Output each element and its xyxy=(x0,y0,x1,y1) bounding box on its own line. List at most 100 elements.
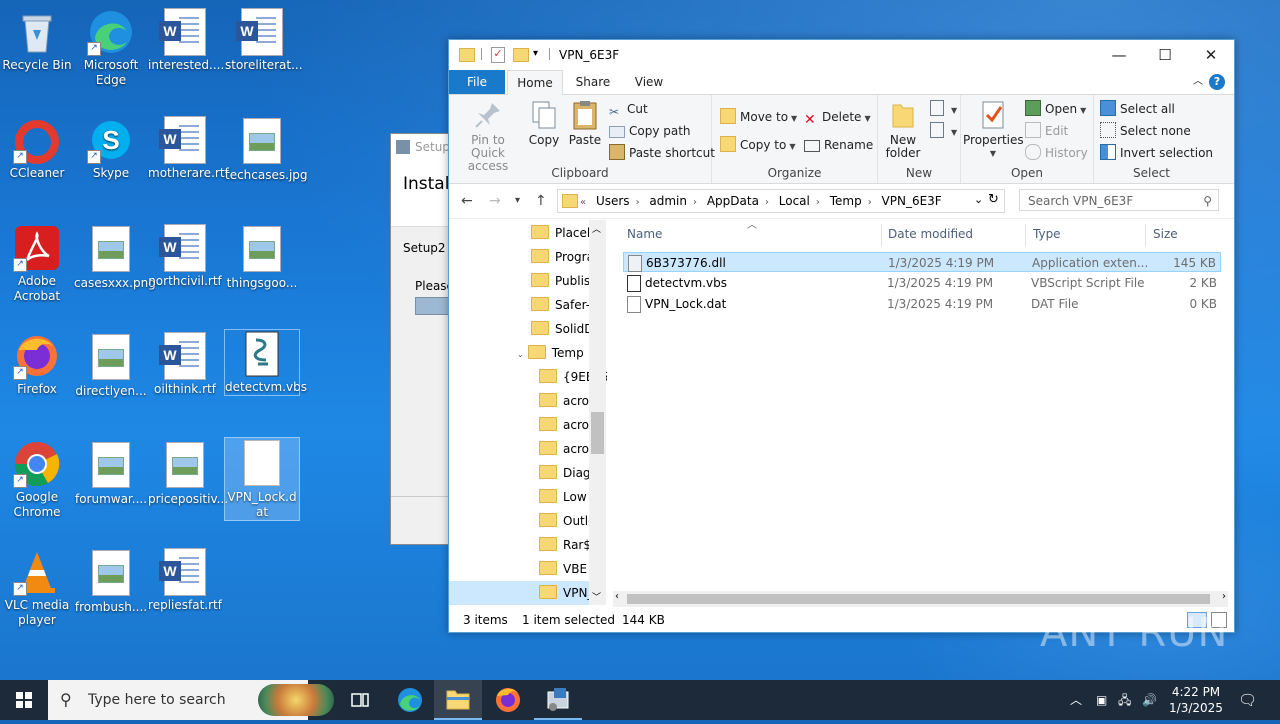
scroll-left-arrow-icon[interactable]: ‹ xyxy=(615,591,619,602)
breadcrumb-vpn-folder[interactable]: VPN_6E3F xyxy=(882,194,942,208)
close-button[interactable]: ✕ xyxy=(1188,40,1234,70)
start-button[interactable] xyxy=(0,680,48,720)
paste-shortcut-button[interactable]: Paste shortcut xyxy=(609,143,715,163)
desktop-icon-casesxxx[interactable]: casesxxx.png xyxy=(74,224,156,291)
desktop-icon-oilthink[interactable]: W oilthink.rtf xyxy=(148,332,222,397)
collapse-ribbon-icon[interactable]: ︿ xyxy=(1191,70,1205,94)
network-icon[interactable]: 🖧 xyxy=(1118,680,1131,720)
copy-to-button[interactable]: Copy to ▼ xyxy=(720,135,795,155)
move-to-button[interactable]: Move to ▼ xyxy=(720,107,797,127)
invert-selection-button[interactable]: Invert selection xyxy=(1100,143,1213,163)
notifications-icon[interactable]: 🗨 xyxy=(1238,680,1257,720)
edit-button[interactable]: Edit xyxy=(1025,121,1068,141)
desktop-icon-ccleaner[interactable]: ↗ CCleaner xyxy=(0,116,74,181)
scrollbar-thumb[interactable] xyxy=(591,412,604,454)
volume-icon[interactable]: 🔊 xyxy=(1142,680,1157,720)
properties-check-icon[interactable]: ✓ xyxy=(491,47,505,63)
taskbar-edge[interactable] xyxy=(386,680,434,720)
file-row[interactable]: detectvm.vbs 1/3/2025 4:19 PM VBScript S… xyxy=(623,273,1221,293)
up-arrow-icon[interactable]: ↑ xyxy=(535,193,547,209)
scroll-down-arrow-icon[interactable]: ﹀ xyxy=(592,590,601,603)
desktop-icon-google-chrome[interactable]: ↗ Google Chrome xyxy=(0,440,74,520)
expanded-chevron-icon[interactable]: ⌄ xyxy=(517,350,524,359)
desktop-icon-skype[interactable]: S ↗ Skype xyxy=(74,116,148,181)
history-button[interactable]: History xyxy=(1025,143,1088,163)
clock[interactable]: 4:22 PM 1/3/2025 xyxy=(1168,680,1224,724)
back-arrow-icon[interactable]: ← xyxy=(461,193,473,209)
nav-item-temp[interactable]: ⌄ Temp xyxy=(517,341,584,365)
breadcrumb-temp[interactable]: Temp xyxy=(830,194,862,208)
desktop-icon-interested[interactable]: W interested.... xyxy=(148,8,224,73)
show-hidden-icons-chevron-icon[interactable]: ︿ xyxy=(1070,680,1082,720)
navigation-pane[interactable]: Placeho Progran Publish Safer-N SolidDo … xyxy=(449,220,607,605)
scroll-right-arrow-icon[interactable]: › xyxy=(1222,591,1226,602)
help-icon[interactable]: ? xyxy=(1209,74,1225,90)
taskbar-file-explorer[interactable] xyxy=(434,680,482,720)
cut-button[interactable]: ✂ Cut xyxy=(609,99,648,119)
file-row[interactable]: VPN_Lock.dat 1/3/2025 4:19 PM DAT File 0… xyxy=(623,294,1221,314)
overflow-chevron-icon[interactable]: « xyxy=(580,197,586,208)
rename-button[interactable]: Rename xyxy=(804,135,873,155)
open-button[interactable]: Open ▼ xyxy=(1025,99,1086,119)
tab-share[interactable]: Share xyxy=(569,70,617,94)
task-view-button[interactable] xyxy=(336,680,384,720)
desktop-icon-repliesfat[interactable]: W repliesfat.rtf xyxy=(148,548,222,613)
breadcrumb-local[interactable]: Local xyxy=(779,194,810,208)
easy-access-button[interactable]: ▼ xyxy=(930,121,957,141)
scroll-up-arrow-icon[interactable]: ︿ xyxy=(592,222,601,235)
new-folder-button[interactable]: New folder xyxy=(880,99,926,160)
copy-path-button[interactable]: Copy path xyxy=(609,121,691,141)
nav-item[interactable]: Publish xyxy=(531,269,598,293)
column-header-size[interactable]: Size xyxy=(1153,220,1178,248)
desktop-icon-storeliterat[interactable]: W storeliterat... xyxy=(225,8,303,73)
column-header-date[interactable]: Date modified xyxy=(888,220,973,248)
nav-item[interactable]: acrob xyxy=(539,389,597,413)
select-all-button[interactable]: Select all xyxy=(1100,99,1175,119)
paste-button[interactable]: Paste xyxy=(565,99,605,147)
taskbar-firefox[interactable] xyxy=(484,680,532,720)
desktop-icon-adobe-acrobat[interactable]: ↗ Adobe Acrobat xyxy=(0,224,74,304)
desktop-icon-frombush[interactable]: frombush.... xyxy=(74,548,148,615)
customize-quick-access-icon[interactable]: ▾ xyxy=(533,48,547,60)
minimize-button[interactable]: — xyxy=(1096,40,1142,70)
nav-item-current-folder[interactable]: VPN_( xyxy=(449,581,598,605)
desktop-icon-northcivil[interactable]: W northcivil.rtf xyxy=(148,224,222,289)
nav-item[interactable]: acroc xyxy=(539,413,596,437)
properties-button[interactable]: Properties ▼ xyxy=(963,99,1024,160)
tab-file[interactable]: File xyxy=(449,70,505,94)
maximize-button[interactable]: ☐ xyxy=(1142,40,1188,70)
desktop-icon-motherare[interactable]: W motherare.rtf xyxy=(148,116,229,181)
refresh-icon[interactable]: ↻ xyxy=(988,192,999,207)
desktop-icon-directlyen[interactable]: directlyen... xyxy=(74,332,148,399)
taskbar-search-box[interactable]: ⚲ Type here to search xyxy=(48,680,334,720)
new-folder-quick-icon[interactable] xyxy=(513,48,529,62)
file-list[interactable]: ︿ Name Date modified Type Size 6B373776.… xyxy=(609,220,1234,607)
taskbar-setup[interactable] xyxy=(534,680,582,720)
search-input[interactable]: Search VPN_6E3F ⚲ xyxy=(1019,189,1219,211)
desktop-icon-detectvm[interactable]: detectvm.vbs xyxy=(224,329,307,396)
desktop-icon-recycle-bin[interactable]: Recycle Bin xyxy=(0,8,74,73)
search-icon[interactable]: ⚲ xyxy=(1203,190,1212,212)
copy-button[interactable]: Copy xyxy=(525,99,563,147)
file-explorer-window[interactable]: ✓ ▾ VPN_6E3F — ☐ ✕ File Home Share View … xyxy=(448,39,1235,633)
file-list-horizontal-scrollbar[interactable]: ‹ › xyxy=(613,591,1228,607)
nav-item[interactable]: acror xyxy=(539,437,594,461)
desktop-icon-forumwar[interactable]: forumwar.... xyxy=(74,440,148,507)
explorer-titlebar[interactable]: ✓ ▾ VPN_6E3F — ☐ ✕ xyxy=(449,40,1234,70)
pin-to-quick-access-button[interactable]: Pin to Quick access xyxy=(453,99,523,173)
breadcrumb-admin[interactable]: admin xyxy=(649,194,687,208)
desktop-icon-thingsgoo[interactable]: thingsgoo... xyxy=(225,224,299,291)
desktop-icon-firefox[interactable]: ↗ Firefox xyxy=(0,332,74,397)
recent-locations-chevron-icon[interactable]: ▾ xyxy=(515,195,520,206)
tab-home[interactable]: Home xyxy=(507,70,563,96)
delete-button[interactable]: ✕ Delete ▼ xyxy=(804,107,871,128)
forward-arrow-icon[interactable]: → xyxy=(489,193,501,209)
nav-pane-scrollbar[interactable]: ︿ ﹀ xyxy=(589,220,606,605)
address-dropdown-chevron-icon[interactable]: ⌄ xyxy=(974,193,983,206)
scrollbar-thumb[interactable] xyxy=(627,594,1210,604)
file-row[interactable]: 6B373776.dll 1/3/2025 4:19 PM Applicatio… xyxy=(623,252,1221,272)
nav-item[interactable]: Low xyxy=(539,485,587,509)
nav-item[interactable]: VBE xyxy=(539,557,587,581)
address-bar[interactable]: « Users › admin › AppData › Local › Temp › VP… xyxy=(557,189,1005,213)
desktop-icon-vlc[interactable]: ↗ VLC media player xyxy=(0,548,74,628)
